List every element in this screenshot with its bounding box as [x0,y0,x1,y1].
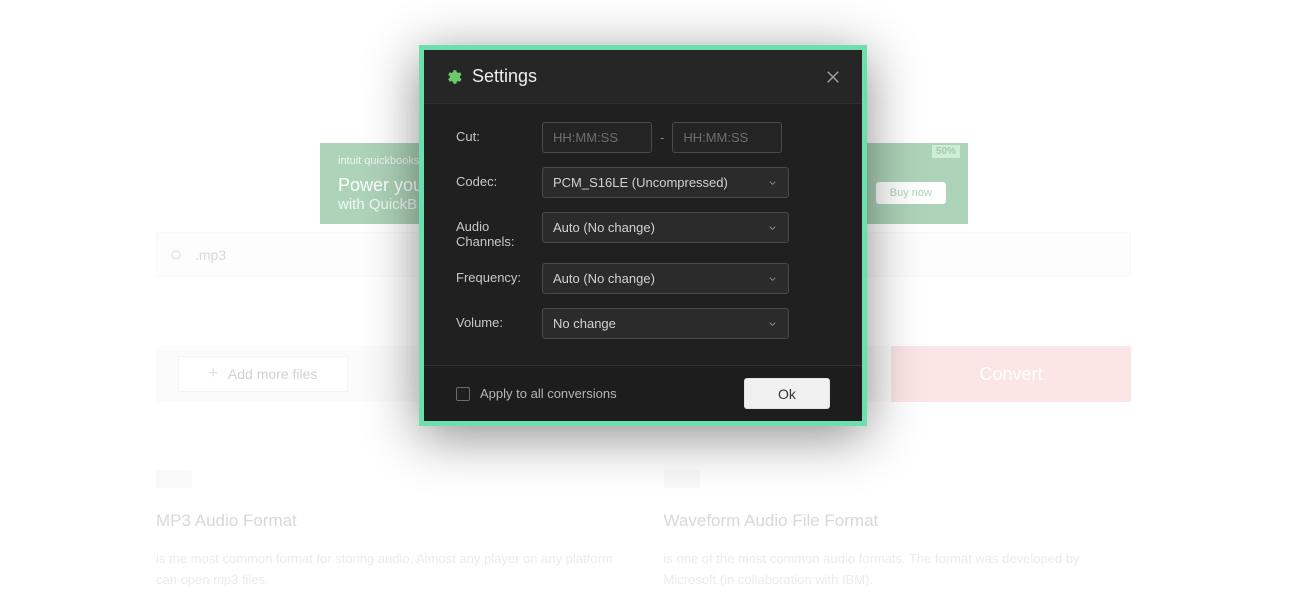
frequency-select[interactable]: Auto (No change) [542,263,789,294]
volume-label: Volume: [456,308,542,330]
modal-header: Settings [424,50,862,104]
frequency-label: Frequency: [456,263,542,285]
channels-label: Audio Channels: [456,212,542,249]
cut-separator: - [660,130,664,145]
row-cut: Cut: - [456,122,830,153]
settings-modal: Settings Cut: - Codec: PCM_S16LE (Uncomp… [419,45,867,426]
cut-from-input[interactable] [542,122,652,153]
channels-select[interactable]: Auto (No change) [542,212,789,243]
row-frequency: Frequency: Auto (No change) [456,263,830,294]
apply-all-checkbox[interactable] [456,387,470,401]
row-codec: Codec: PCM_S16LE (Uncompressed) [456,167,830,198]
row-channels: Audio Channels: Auto (No change) [456,212,830,249]
chevron-down-icon [767,222,778,233]
gear-icon [444,68,462,86]
row-volume: Volume: No change [456,308,830,339]
codec-label: Codec: [456,167,542,189]
modal-body: Cut: - Codec: PCM_S16LE (Uncompressed) A… [424,104,862,365]
cut-label: Cut: [456,122,542,144]
apply-all-label: Apply to all conversions [480,386,617,401]
ok-button[interactable]: Ok [744,378,830,409]
chevron-down-icon [767,318,778,329]
cut-to-input[interactable] [672,122,782,153]
modal-footer: Apply to all conversions Ok [424,365,862,421]
chevron-down-icon [767,273,778,284]
close-icon[interactable] [824,68,842,86]
channels-select-value: Auto (No change) [553,220,655,235]
frequency-select-value: Auto (No change) [553,271,655,286]
volume-select[interactable]: No change [542,308,789,339]
volume-select-value: No change [553,316,616,331]
modal-title: Settings [472,66,537,87]
chevron-down-icon [767,177,778,188]
codec-select-value: PCM_S16LE (Uncompressed) [553,175,728,190]
codec-select[interactable]: PCM_S16LE (Uncompressed) [542,167,789,198]
ok-button-label: Ok [778,386,796,402]
